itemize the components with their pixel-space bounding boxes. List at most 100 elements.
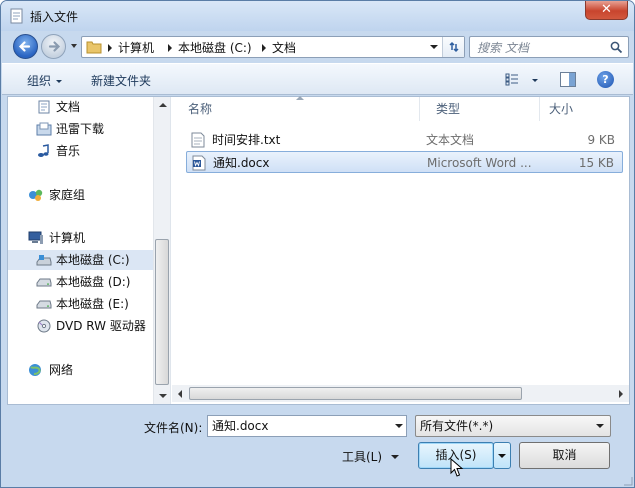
navigation-bar: 计算机 本地磁盘 (C:) 文档 搜索 文档 — [7, 32, 630, 61]
file-row-schedule[interactable]: 时间安排.txt 文本文档 9 KB — [186, 129, 623, 151]
address-bar[interactable]: 计算机 本地磁盘 (C:) 文档 — [81, 36, 465, 58]
filename-input[interactable]: 通知.docx — [207, 415, 407, 437]
sidebar-item-label: 计算机 — [49, 231, 86, 245]
sidebar-item-computer[interactable]: 计算机 — [8, 228, 154, 248]
scroll-left-icon[interactable] — [178, 390, 182, 398]
column-header-size[interactable]: 大小 — [540, 97, 629, 121]
back-button[interactable] — [13, 34, 38, 59]
breadcrumb-separator-icon[interactable] — [108, 44, 112, 52]
file-size: 9 KB — [587, 133, 615, 147]
search-icon[interactable] — [610, 41, 623, 54]
mouse-cursor-icon — [450, 458, 464, 477]
scroll-down-icon[interactable] — [159, 394, 167, 398]
sidebar-item-music[interactable]: 音乐 — [8, 141, 154, 161]
command-toolbar: 组织 新建文件夹 ? — [2, 63, 633, 95]
chevron-down-icon — [56, 80, 63, 83]
breadcrumb-separator-icon[interactable] — [168, 44, 172, 52]
sidebar-item-label: 本地磁盘 (C:) — [56, 253, 130, 267]
sidebar-item-label: 本地磁盘 (E:) — [56, 297, 129, 311]
navigation-pane: 文档 迅雷下载 音乐 家庭组 计算机 本地磁盘 (C:) 本地磁盘 (D:) 本… — [8, 97, 171, 404]
file-list: 名称 类型 大小 时间安排.txt 文本文档 9 KB 通知.docx Micr… — [172, 96, 629, 382]
documents-icon — [38, 100, 50, 114]
refresh-icon — [448, 41, 459, 53]
sort-ascending-icon — [296, 96, 304, 100]
view-options-icon[interactable] — [505, 73, 519, 86]
sidebar-item-label: 网络 — [49, 363, 74, 377]
file-size: 15 KB — [578, 156, 614, 170]
search-box[interactable]: 搜索 文档 — [469, 36, 629, 58]
sidebar-item-label: 音乐 — [56, 144, 81, 158]
sidebar-item-label: 家庭组 — [49, 188, 86, 202]
column-header-type[interactable]: 类型 — [420, 97, 540, 121]
word-file-icon — [192, 155, 206, 171]
refresh-button[interactable] — [442, 37, 464, 57]
dialog-footer: 文件名(N): 通知.docx 所有文件(*.*) 工具(L) 插入(S) 取消 — [1, 406, 634, 487]
search-placeholder: 搜索 文档 — [477, 41, 529, 55]
sidebar-item-network[interactable]: 网络 — [8, 360, 154, 380]
sidebar-item-drive-c[interactable]: 本地磁盘 (C:) — [8, 250, 154, 270]
view-options-chevron-down-icon[interactable] — [532, 79, 538, 82]
breadcrumb-drive-c[interactable]: 本地磁盘 (C:) — [178, 39, 252, 56]
drive-icon — [36, 300, 52, 309]
text-file-icon — [191, 132, 205, 148]
filename-label: 文件名(N): — [144, 421, 203, 435]
scrollbar-thumb[interactable] — [189, 387, 522, 400]
title-bar[interactable]: 插入文件 ✕ — [1, 1, 634, 31]
filename-history-chevron-down-icon[interactable] — [395, 424, 403, 428]
address-history-chevron-down-icon[interactable] — [430, 45, 438, 49]
sidebar-item-drive-d[interactable]: 本地磁盘 (D:) — [8, 272, 154, 292]
tools-chevron-down-icon[interactable] — [391, 455, 399, 459]
drive-icon — [36, 278, 52, 287]
sidebar-item-label: 迅雷下载 — [56, 122, 105, 136]
arrow-left-icon — [18, 41, 31, 52]
browser-content: 文档 迅雷下载 音乐 家庭组 计算机 本地磁盘 (C:) 本地磁盘 (D:) 本… — [7, 96, 630, 405]
file-type: 文本文档 — [426, 133, 475, 147]
cancel-button[interactable]: 取消 — [519, 442, 610, 469]
tools-menu-button[interactable]: 工具(L) — [342, 448, 382, 465]
help-icon[interactable]: ? — [597, 71, 614, 88]
folder-icon — [86, 41, 102, 54]
chevron-down-icon — [498, 454, 506, 458]
filter-chevron-down-icon[interactable] — [596, 424, 604, 428]
preview-pane-icon[interactable] — [560, 72, 576, 87]
navigation-pane-scrollbar[interactable] — [153, 97, 170, 404]
breadcrumb-documents[interactable]: 文档 — [272, 39, 296, 56]
organize-label: 组织 — [27, 74, 52, 88]
sidebar-item-label: 文档 — [56, 100, 81, 114]
sidebar-item-documents[interactable]: 文档 — [8, 97, 154, 117]
close-button[interactable]: ✕ — [585, 1, 628, 20]
column-header-name[interactable]: 名称 — [172, 96, 420, 121]
music-icon — [38, 144, 49, 157]
file-row-notice[interactable]: 通知.docx Microsoft Word ... 15 KB — [186, 151, 623, 173]
column-name-label: 名称 — [188, 102, 213, 116]
column-size-label: 大小 — [549, 102, 574, 116]
new-folder-button[interactable]: 新建文件夹 — [91, 72, 151, 89]
arrow-right-icon — [48, 41, 61, 52]
scroll-up-icon[interactable] — [159, 103, 167, 107]
dialog-icon — [10, 8, 23, 24]
file-list-horizontal-scrollbar[interactable] — [172, 385, 629, 402]
sidebar-item-label: DVD RW 驱动器 — [56, 319, 146, 333]
homegroup-icon — [29, 189, 43, 201]
organize-menu[interactable]: 组织 — [27, 72, 63, 89]
scroll-right-icon[interactable] — [619, 390, 623, 398]
forward-button[interactable] — [41, 34, 66, 59]
sidebar-item-dvd-drive[interactable]: DVD RW 驱动器 — [8, 316, 154, 336]
file-type-filter-select[interactable]: 所有文件(*.*) — [415, 415, 611, 437]
scrollbar-thumb[interactable] — [155, 239, 169, 385]
breadcrumb-computer[interactable]: 计算机 — [118, 39, 154, 56]
recent-pages-chevron-down-icon[interactable] — [69, 41, 79, 51]
download-folder-icon — [36, 122, 52, 136]
title-bar-reflection — [296, 9, 506, 21]
file-name: 通知.docx — [213, 156, 270, 170]
column-type-label: 类型 — [436, 102, 461, 116]
sidebar-item-label: 本地磁盘 (D:) — [56, 275, 131, 289]
sidebar-item-homegroup[interactable]: 家庭组 — [8, 185, 154, 205]
sidebar-item-thunder-download[interactable]: 迅雷下载 — [8, 119, 154, 139]
resize-grip-icon[interactable] — [623, 476, 633, 486]
sidebar-item-drive-e[interactable]: 本地磁盘 (E:) — [8, 294, 154, 314]
network-icon — [29, 364, 41, 376]
insert-file-dialog: 插入文件 ✕ 计算机 本地磁盘 (C:) 文档 搜索 文档 组织 新建文件夹 ?… — [0, 0, 635, 488]
insert-options-button[interactable] — [493, 442, 511, 469]
breadcrumb-separator-icon[interactable] — [262, 44, 266, 52]
